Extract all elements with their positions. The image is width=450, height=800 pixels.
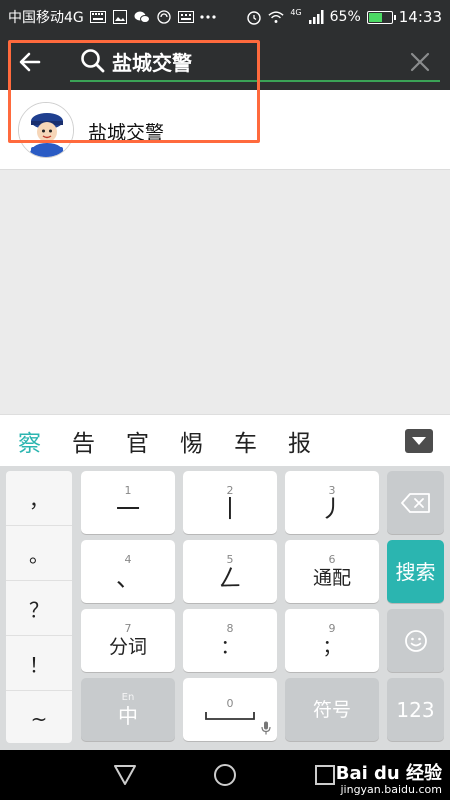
clear-search-button[interactable] <box>406 48 434 76</box>
key-7[interactable]: 7 分词 <box>81 609 175 672</box>
search-result-item[interactable]: 盐城交警 <box>0 90 450 170</box>
back-button[interactable] <box>14 46 46 78</box>
battery-icon <box>366 10 396 24</box>
search-icon <box>80 48 106 74</box>
back-triangle-icon <box>114 765 136 785</box>
nav-home-button[interactable] <box>212 762 238 788</box>
more-icon <box>200 10 216 24</box>
backspace-icon <box>400 492 430 513</box>
candidate-word[interactable]: 告 <box>72 424 95 458</box>
sync-icon <box>156 10 172 24</box>
key-label: 搜索 <box>395 559 436 584</box>
search-bar <box>0 34 450 90</box>
back-arrow-icon <box>19 52 41 72</box>
signal-icon <box>308 10 324 24</box>
home-circle-icon <box>214 764 236 786</box>
key-label: ； <box>322 635 342 658</box>
punctuation-key[interactable]: ~ <box>6 691 72 746</box>
key-number: 7 <box>124 621 132 635</box>
key-label: 通配 <box>312 566 351 589</box>
punctuation-key[interactable]: ？ <box>6 581 72 636</box>
key-label: ㄥ <box>218 563 242 592</box>
key-sub-label: En <box>121 691 135 703</box>
candidate-word[interactable]: 察 <box>18 424 41 458</box>
key-label: ： <box>220 635 240 658</box>
chevron-down-icon <box>412 437 426 445</box>
close-icon <box>410 52 430 72</box>
numbers-key[interactable]: 123 <box>387 678 444 741</box>
carrier-label: 中国移动4G <box>8 10 84 26</box>
collapse-keyboard-button[interactable] <box>405 429 433 453</box>
candidate-word[interactable]: 车 <box>234 424 257 458</box>
key-label: 一 <box>116 494 140 523</box>
key-8[interactable]: 8 ： <box>183 609 277 672</box>
avatar <box>18 102 74 158</box>
punctuation-column: ， 。 ？ ！ ~ <box>6 471 72 743</box>
keyboard-icon <box>89 10 106 24</box>
candidate-word[interactable]: 官 <box>126 424 149 458</box>
key-9[interactable]: 9 ； <box>285 609 379 672</box>
candidate-bar: 察 告 官 惕 车 报 <box>0 414 450 466</box>
network-type-label: 4G <box>290 8 302 17</box>
nav-recents-button[interactable] <box>312 762 338 788</box>
clock-label: 14:33 <box>398 8 442 26</box>
search-underline <box>70 80 440 82</box>
language-switch-key[interactable]: En 中 <box>81 678 175 741</box>
search-key[interactable]: 搜索 <box>387 540 444 603</box>
microphone-icon[interactable] <box>261 721 271 735</box>
key-label: 123 <box>396 697 435 722</box>
key-6[interactable]: 6 通配 <box>285 540 379 603</box>
space-bar-icon <box>205 711 255 720</box>
status-bar: 中国移动4G 4G 65% 14:33 <box>0 0 450 34</box>
key-5[interactable]: 5 ㄥ <box>183 540 277 603</box>
search-input[interactable] <box>112 46 392 76</box>
key-label: 中 <box>118 703 138 728</box>
punctuation-key[interactable]: ， <box>6 471 72 526</box>
wifi-icon <box>268 10 284 24</box>
candidate-word[interactable]: 惕 <box>180 424 203 458</box>
emoji-key[interactable] <box>387 609 444 672</box>
key-number: 6 <box>328 552 336 566</box>
key-label: 、 <box>116 563 140 592</box>
smiley-icon <box>404 629 427 652</box>
key-2[interactable]: 2 丨 <box>183 471 277 534</box>
alarm-icon <box>246 10 262 25</box>
punctuation-key[interactable]: ！ <box>6 636 72 691</box>
key-label: 分词 <box>108 635 147 658</box>
key-number: 0 <box>226 696 234 710</box>
key-label: 符号 <box>312 698 351 721</box>
key-label: 丿 <box>320 494 344 523</box>
key-3[interactable]: 3 丿 <box>285 471 379 534</box>
wechat-icon <box>134 10 150 24</box>
key-1[interactable]: 1 一 <box>81 471 175 534</box>
image-icon <box>112 10 128 24</box>
space-key[interactable]: 0 <box>183 678 277 741</box>
result-name: 盐城交警 <box>88 122 165 144</box>
key-label: 丨 <box>218 494 242 523</box>
key-number: 9 <box>328 621 336 635</box>
keyboard-icon <box>177 10 194 24</box>
battery-level <box>368 12 383 22</box>
watermark-url: jingyan.baidu.com <box>340 783 442 796</box>
candidate-word[interactable]: 报 <box>288 424 311 458</box>
keyboard: ， 。 ？ ！ ~ 1 一 2 丨 3 丿 4 、 5 ㄥ 6 通配 搜索 7 … <box>0 466 450 750</box>
key-number: 8 <box>226 621 234 635</box>
key-4[interactable]: 4 、 <box>81 540 175 603</box>
punctuation-key[interactable]: 。 <box>6 526 72 581</box>
watermark: Bai du 经验 jingyan.baidu.com <box>336 764 442 796</box>
battery-percent-label: 65% <box>329 9 361 25</box>
nav-back-button[interactable] <box>112 762 138 788</box>
delete-key[interactable] <box>387 471 444 534</box>
recents-square-icon <box>315 765 335 785</box>
symbols-key[interactable]: 符号 <box>285 678 379 741</box>
watermark-title: Bai du 经验 <box>335 763 442 784</box>
navigation-bar: Bai du 经验 jingyan.baidu.com <box>0 750 450 800</box>
